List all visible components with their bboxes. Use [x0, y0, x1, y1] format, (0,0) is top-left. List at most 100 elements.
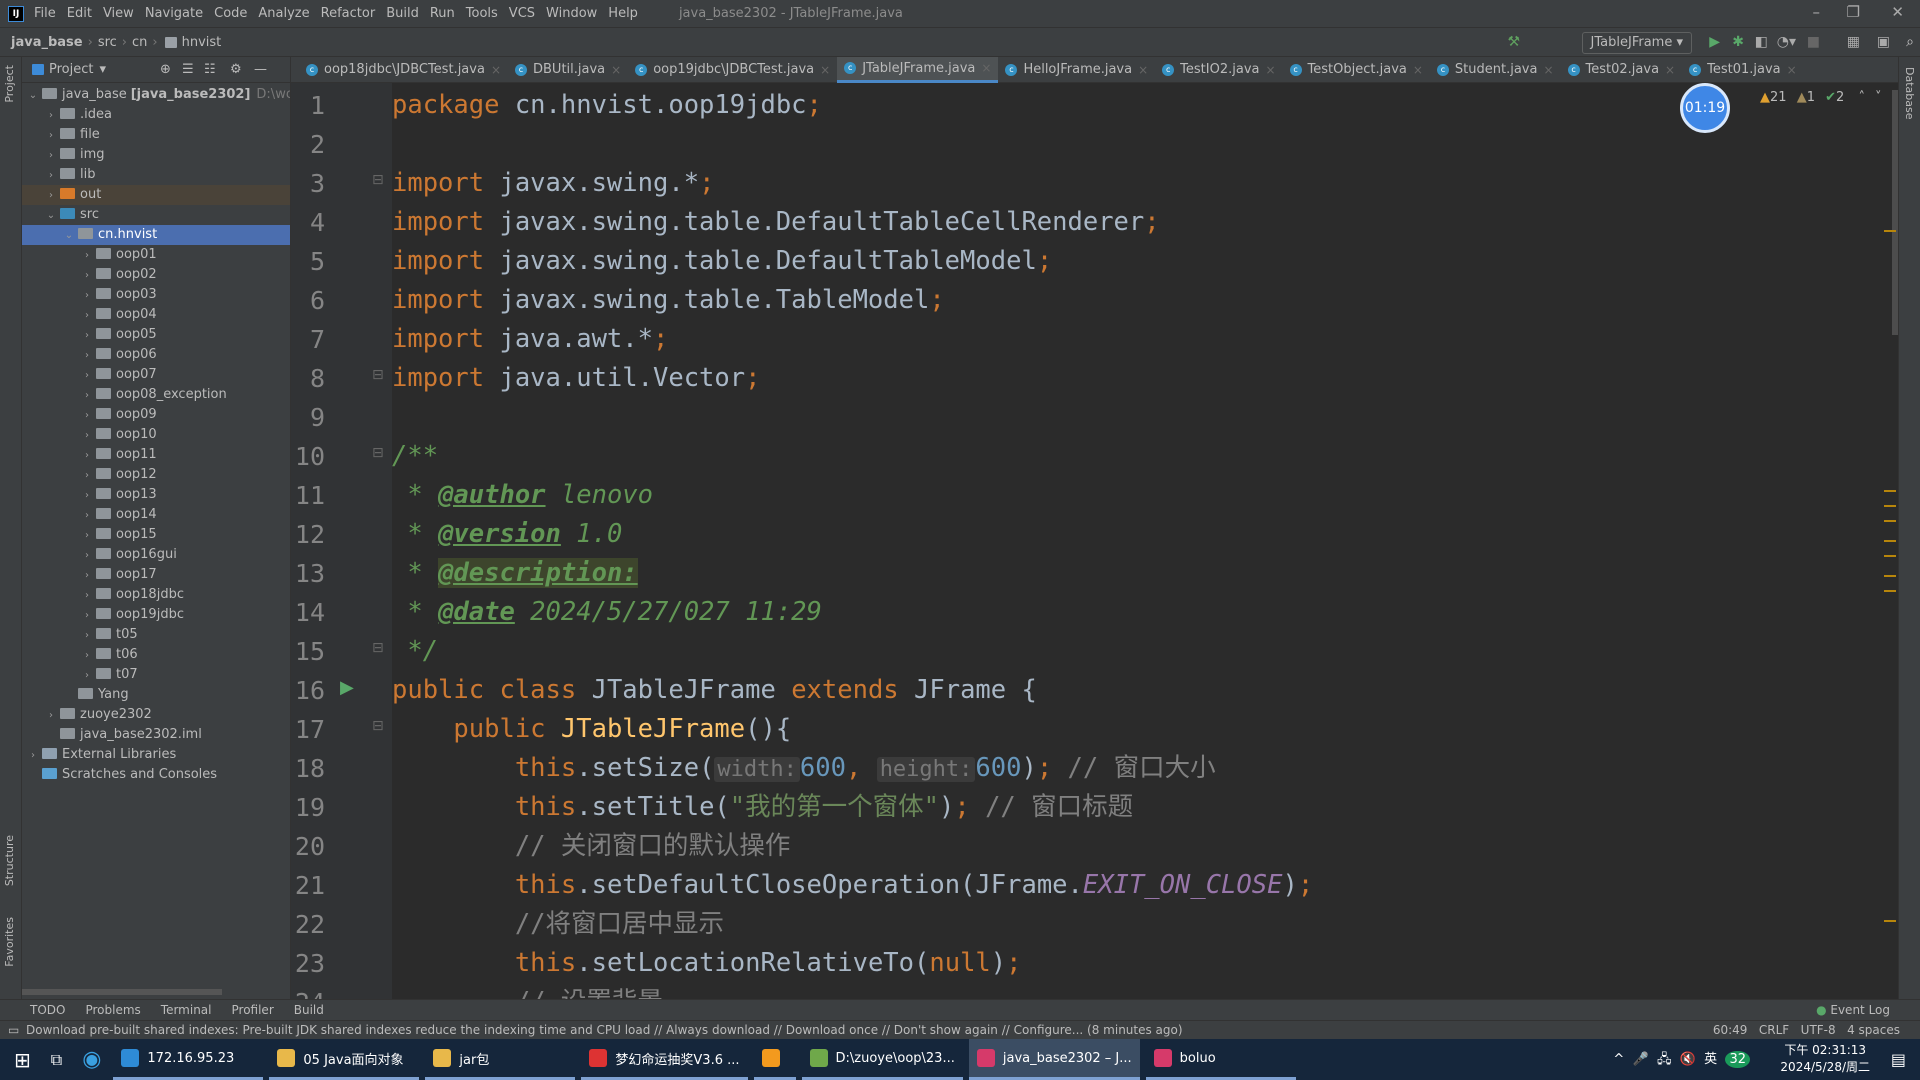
- file-encoding[interactable]: UTF-8: [1801, 1023, 1836, 1037]
- search-icon[interactable]: ⌕: [1906, 34, 1914, 50]
- code-line[interactable]: this.setTitle("我的第一个窗体"); // 窗口标题: [392, 788, 1133, 827]
- tree-item[interactable]: › oop01: [22, 245, 290, 266]
- menu-help[interactable]: Help: [608, 6, 638, 21]
- chevron-right-icon[interactable]: ›: [80, 246, 94, 266]
- fold-marker-icon[interactable]: ⊟: [372, 445, 384, 461]
- code-line[interactable]: this.setSize(width: 600, height: 600); // …: [392, 749, 1216, 788]
- editor-tab[interactable]: c oop19jdbc\JDBCTest.java ×: [628, 57, 837, 83]
- taskbar-app[interactable]: D:\zuoye\oop\23...: [801, 1039, 963, 1080]
- chevron-right-icon[interactable]: ›: [80, 646, 94, 666]
- toolwindow-build[interactable]: Build: [294, 1003, 324, 1017]
- tree-item[interactable]: › oop10: [22, 425, 290, 446]
- code-line[interactable]: public class JTableJFrame extends JFrame…: [392, 671, 1037, 710]
- tree-item[interactable]: › t05: [22, 625, 290, 645]
- start-button[interactable]: ⊞: [14, 1048, 31, 1072]
- tree-item[interactable]: › oop09: [22, 405, 290, 426]
- tree-item[interactable]: ⌄ cn.hnvist: [22, 225, 290, 245]
- code-line[interactable]: /**: [392, 437, 438, 476]
- fold-marker-icon[interactable]: ⊟: [372, 640, 384, 656]
- edge-browser-icon[interactable]: ◉: [82, 1047, 101, 1072]
- tree-item[interactable]: › lib: [22, 165, 290, 186]
- menu-build[interactable]: Build: [386, 6, 419, 21]
- tab-close-icon[interactable]: ×: [1138, 63, 1148, 77]
- inspection-widget[interactable]: ▲21 ▲1 ✔2 ˄ ˅: [1760, 90, 1881, 105]
- code-line[interactable]: import javax.swing.table.DefaultTableCel…: [392, 203, 1160, 242]
- editor-tab[interactable]: c Test01.java ×: [1682, 57, 1804, 83]
- taskbar-app[interactable]: boluo: [1145, 1039, 1296, 1080]
- toolwindow-todo[interactable]: TODO: [30, 1003, 65, 1017]
- chevron-right-icon[interactable]: ›: [26, 746, 40, 766]
- menu-file[interactable]: File: [34, 6, 56, 21]
- tree-item[interactable]: › oop16gui: [22, 545, 290, 565]
- tab-close-icon[interactable]: ×: [491, 63, 501, 77]
- editor-tab[interactable]: c TestObject.java ×: [1283, 57, 1430, 83]
- menu-code[interactable]: Code: [214, 6, 247, 21]
- code-line[interactable]: */: [392, 632, 438, 671]
- locate-icon[interactable]: ⊕: [160, 62, 171, 77]
- code-line[interactable]: //将窗口居中显示: [392, 905, 724, 944]
- tree-item[interactable]: ⌄ java_base[java_base2302] D:\work\gg: [22, 85, 290, 105]
- menu-window[interactable]: Window: [546, 6, 597, 21]
- chevron-right-icon[interactable]: ›: [80, 406, 94, 426]
- chevron-right-icon[interactable]: ›: [80, 466, 94, 486]
- code-line[interactable]: * @author lenovo: [392, 476, 653, 515]
- toolwindow-profiler[interactable]: Profiler: [232, 1003, 274, 1017]
- structure-tool-button[interactable]: Structure: [3, 835, 16, 886]
- code-line[interactable]: import javax.swing.*;: [392, 164, 714, 203]
- chevron-right-icon[interactable]: ›: [80, 386, 94, 406]
- chevron-right-icon[interactable]: ›: [80, 326, 94, 346]
- run-icon[interactable]: ▶: [1709, 34, 1720, 50]
- code-line[interactable]: import javax.swing.table.DefaultTableMod…: [392, 242, 1052, 281]
- menu-edit[interactable]: Edit: [67, 6, 92, 21]
- settings-gear-icon[interactable]: ⚙: [230, 62, 242, 77]
- expand-all-icon[interactable]: ☰: [182, 62, 194, 77]
- tree-item[interactable]: › out: [22, 185, 290, 205]
- tree-item[interactable]: › t07: [22, 665, 290, 685]
- chevron-right-icon[interactable]: ›: [80, 346, 94, 366]
- code-line[interactable]: * @description:: [392, 554, 638, 593]
- taskbar-app[interactable]: 172.16.95.23: [113, 1039, 264, 1080]
- project-scrollbar[interactable]: [22, 989, 222, 995]
- menu-refactor[interactable]: Refactor: [321, 6, 376, 21]
- taskbar-app[interactable]: jar包: [425, 1039, 576, 1080]
- chevron-right-icon[interactable]: ›: [44, 126, 58, 146]
- database-tool-button[interactable]: Database: [1903, 67, 1916, 120]
- tree-item[interactable]: › file: [22, 125, 290, 146]
- indent-setting[interactable]: 4 spaces: [1847, 1023, 1900, 1037]
- task-view-icon[interactable]: ⧉: [51, 1050, 62, 1070]
- chevron-right-icon[interactable]: ›: [80, 266, 94, 286]
- tree-item[interactable]: › oop19jdbc: [22, 605, 290, 626]
- collapse-all-icon[interactable]: ☷: [204, 62, 216, 77]
- toolwindow-terminal[interactable]: Terminal: [161, 1003, 212, 1017]
- project-structure-icon[interactable]: ▦: [1847, 34, 1860, 50]
- tab-close-icon[interactable]: ×: [820, 63, 830, 77]
- tab-close-icon[interactable]: ×: [1787, 63, 1797, 77]
- chevron-right-icon[interactable]: ›: [80, 586, 94, 606]
- notification-center-icon[interactable]: ▤: [1891, 1050, 1906, 1069]
- tree-item[interactable]: › oop08_exception: [22, 385, 290, 406]
- breadcrumb-project[interactable]: java_base: [11, 35, 83, 50]
- chevron-right-icon[interactable]: ›: [44, 166, 58, 186]
- status-message[interactable]: Download pre-built shared indexes: Pre-b…: [26, 1023, 1183, 1037]
- menu-view[interactable]: View: [103, 6, 134, 21]
- chevron-right-icon[interactable]: ›: [80, 606, 94, 626]
- run-configuration-select[interactable]: JTableJFrame ▾: [1581, 32, 1692, 54]
- tree-item[interactable]: Scratches and Consoles: [22, 765, 290, 785]
- tree-item[interactable]: › oop04: [22, 305, 290, 325]
- menu-analyze[interactable]: Analyze: [258, 6, 309, 21]
- system-tray[interactable]: ^ 🎤 🖧 🔇 英 32: [1613, 1048, 1750, 1072]
- chevron-right-icon[interactable]: ›: [80, 426, 94, 446]
- code-line[interactable]: public JTableJFrame(){: [392, 710, 791, 749]
- code-line[interactable]: import javax.swing.table.TableModel;: [392, 281, 945, 320]
- tree-item[interactable]: › oop02: [22, 265, 290, 286]
- breadcrumb-hnvist[interactable]: hnvist: [182, 35, 222, 50]
- tab-close-icon[interactable]: ×: [611, 63, 621, 77]
- tree-item[interactable]: › oop14: [22, 505, 290, 525]
- code-line[interactable]: this.setLocationRelativeTo(null);: [392, 944, 1022, 983]
- chevron-right-icon[interactable]: ›: [80, 446, 94, 466]
- toolwindow-problems[interactable]: Problems: [85, 1003, 140, 1017]
- event-log-button[interactable]: ● Event Log: [1816, 1003, 1890, 1017]
- chevron-right-icon[interactable]: ›: [44, 146, 58, 166]
- tree-item[interactable]: › oop12: [22, 465, 290, 486]
- editor-tab[interactable]: c oop18jdbc\JDBCTest.java ×: [299, 57, 508, 83]
